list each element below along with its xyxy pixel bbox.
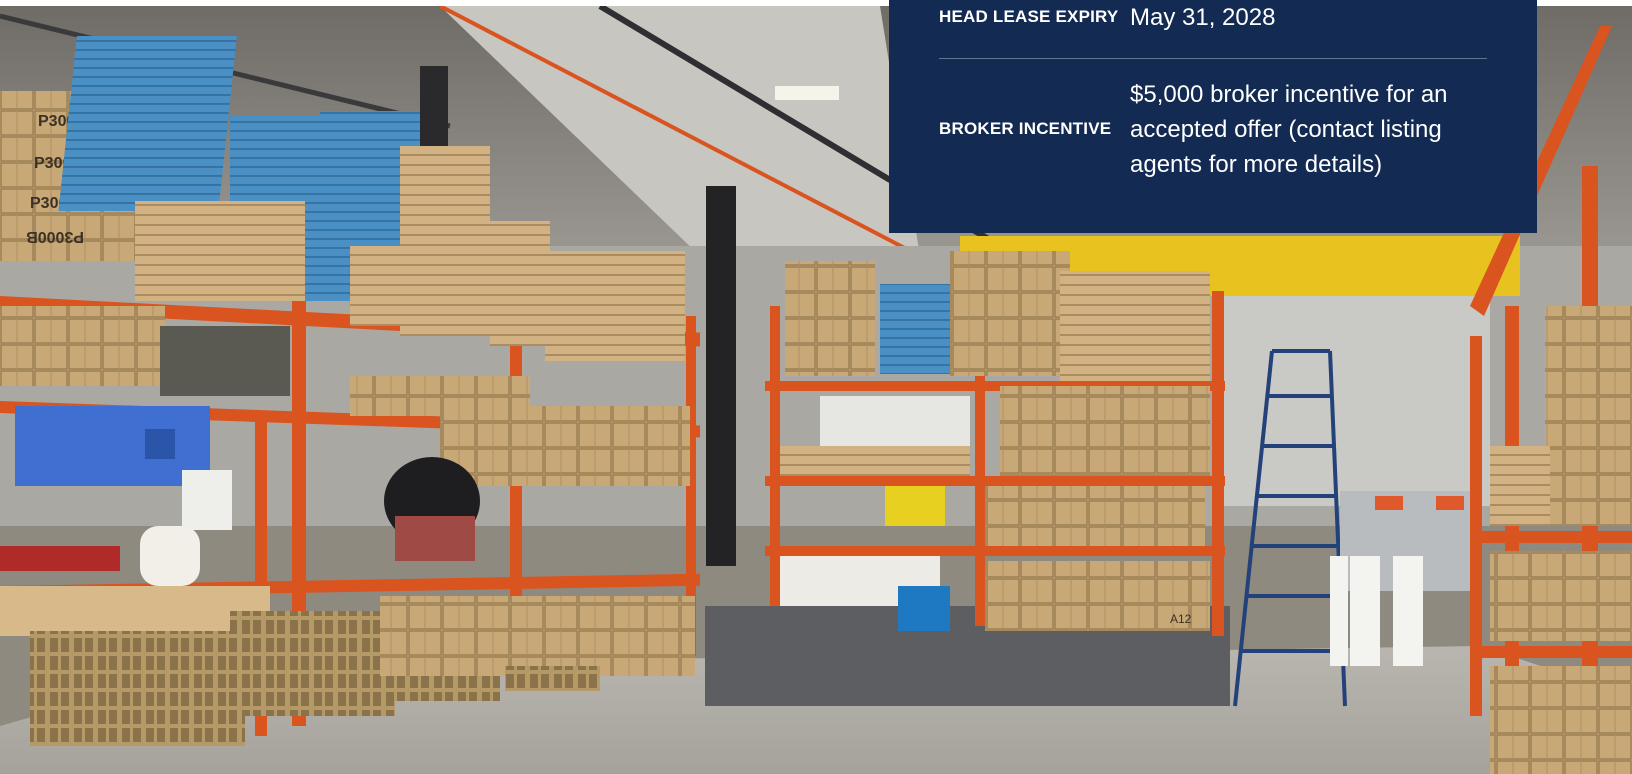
broker-incentive-row: BROKER INCENTIVE $5,000 broker incentive… xyxy=(939,59,1487,199)
head-lease-expiry-label: HEAD LEASE EXPIRY xyxy=(939,7,1119,26)
broker-incentive-label: BROKER INCENTIVE xyxy=(939,119,1112,138)
box-label-text: P3000B xyxy=(26,228,84,245)
head-lease-expiry-row: HEAD LEASE EXPIRY May 31, 2028 xyxy=(939,0,1487,59)
broker-incentive-value: $5,000 broker incentive for an accepted … xyxy=(1130,80,1448,178)
carton-label-text: A12 xyxy=(1170,612,1192,626)
listing-details-panel: HEAD LEASE EXPIRY May 31, 2028 BROKER IN… xyxy=(889,0,1537,233)
head-lease-expiry-value: May 31, 2028 xyxy=(1130,3,1276,31)
